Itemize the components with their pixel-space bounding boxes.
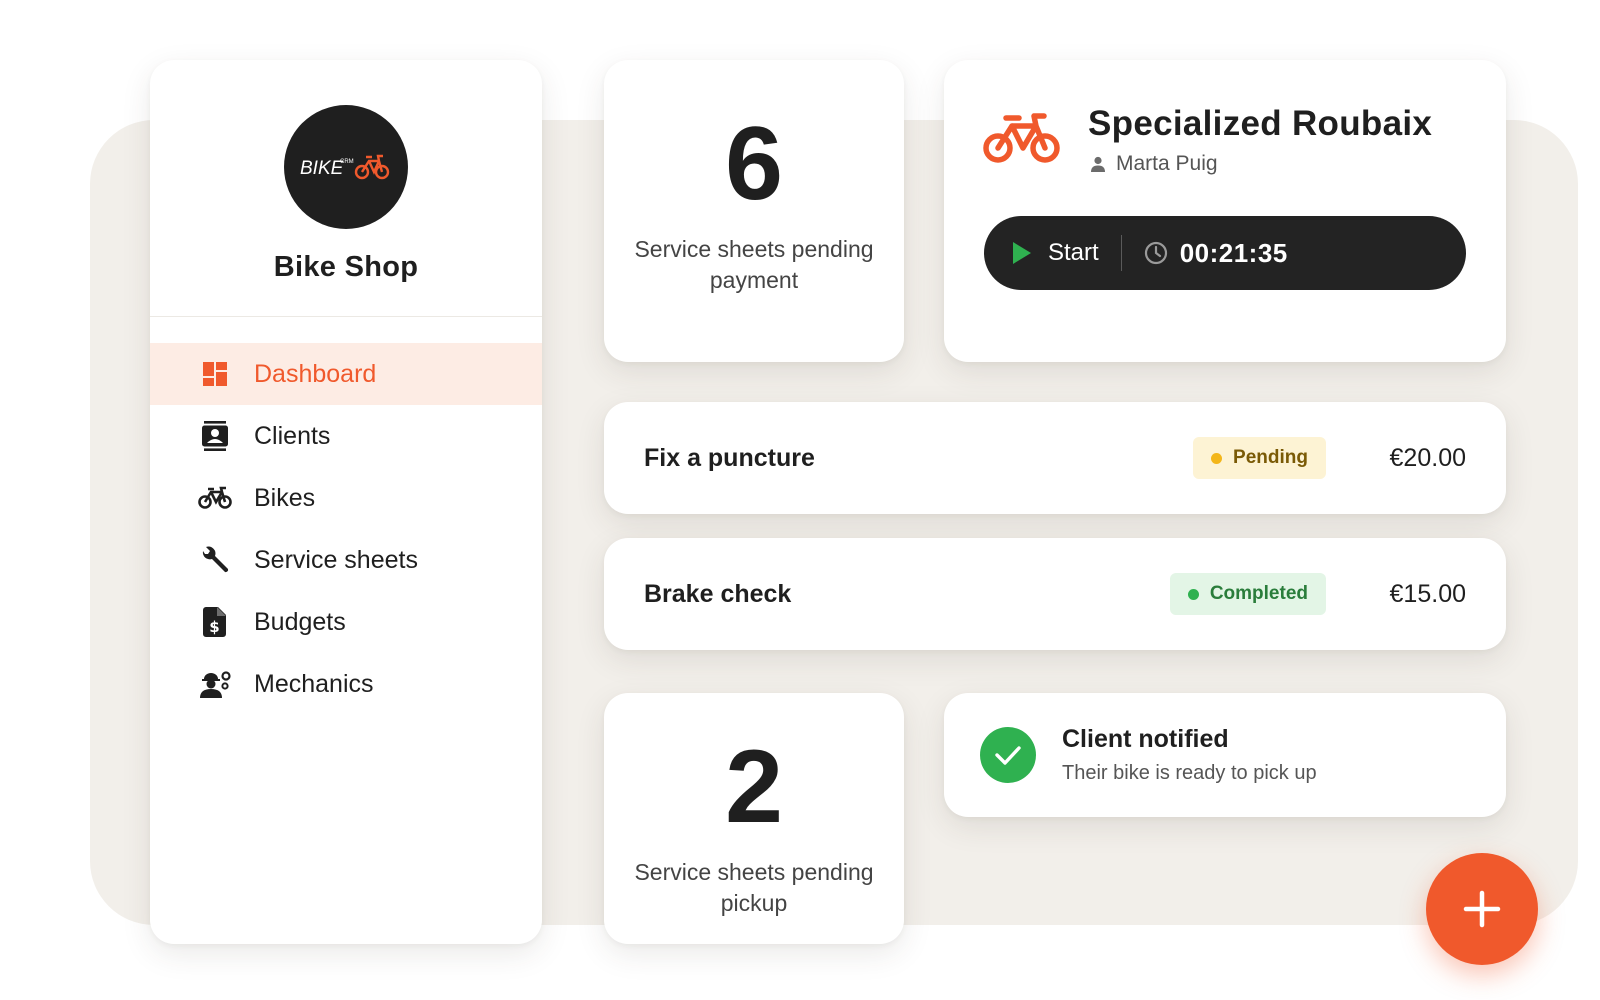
invoice-dollar-icon: $ <box>198 605 232 639</box>
logo-text: BIKE <box>300 158 344 179</box>
stat-label: Service sheets pending payment <box>634 236 874 293</box>
sidebar-item-label: Mechanics <box>254 669 374 698</box>
bike-name: Specialized Roubaix <box>1088 104 1433 143</box>
contact-card-icon <box>198 419 232 453</box>
wrench-icon <box>198 543 232 577</box>
plus-icon <box>1463 890 1501 928</box>
notification-card: Client notified Their bike is ready to p… <box>944 693 1506 817</box>
sidebar-item-label: Bikes <box>254 483 316 512</box>
sidebar-header: BIKE CRM Bike Shop <box>150 60 542 317</box>
mechanic-icon <box>198 667 232 701</box>
sidebar-item-label: Clients <box>254 421 331 450</box>
stat-value: 6 <box>725 106 783 222</box>
shop-name: Bike Shop <box>273 251 419 283</box>
logo-mark: BIKE CRM <box>300 154 390 180</box>
timer-divider <box>1120 235 1122 271</box>
status-dot <box>1187 588 1199 600</box>
stat-label: Service sheets pending pickup <box>634 859 874 916</box>
logo-badge: CRM <box>340 159 354 165</box>
status-badge: Completed <box>1169 573 1326 615</box>
sidebar-item-label: Service sheets <box>254 545 418 574</box>
service-row[interactable]: Fix a puncture Pending €20.00 <box>604 402 1506 514</box>
add-button[interactable] <box>1426 853 1538 965</box>
sidebar-item-label: Dashboard <box>254 359 377 388</box>
notification-title: Client notified <box>1062 725 1229 753</box>
sidebar-item-dashboard[interactable]: Dashboard <box>150 343 542 405</box>
svg-text:$: $ <box>209 618 219 636</box>
sidebar-item-service-sheets[interactable]: Service sheets <box>150 529 542 591</box>
bike-timer-card: Specialized Roubaix Marta Puig Start 00:… <box>944 60 1506 362</box>
user-icon <box>1090 156 1106 172</box>
owner-name: Marta Puig <box>1116 152 1218 175</box>
status-text: Pending <box>1233 447 1308 468</box>
start-label: Start <box>1048 239 1099 266</box>
service-price: €15.00 <box>1389 579 1466 608</box>
clock-icon <box>1144 241 1168 265</box>
bicycle-icon <box>198 481 232 515</box>
play-icon <box>1012 242 1032 264</box>
stat-card-pending-payment[interactable]: 6 Service sheets pending payment <box>604 60 904 362</box>
service-row[interactable]: Brake check Completed €15.00 <box>604 538 1506 650</box>
bike-owner: Marta Puig <box>1090 152 1218 176</box>
sidebar: BIKE CRM Bike Shop Dashboard Clients Bik… <box>150 60 542 944</box>
sidebar-item-bikes[interactable]: Bikes <box>150 467 542 529</box>
sidebar-item-mechanics[interactable]: Mechanics <box>150 653 542 715</box>
sidebar-item-label: Budgets <box>254 607 346 636</box>
elapsed-timer: 00:21:35 <box>1144 238 1288 269</box>
status-badge: Pending <box>1193 437 1326 479</box>
logo-bicycle-icon <box>354 154 390 180</box>
service-price: €20.00 <box>1389 443 1466 472</box>
dashboard-icon <box>198 357 232 391</box>
stat-card-pending-pickup[interactable]: 2 Service sheets pending pickup <box>604 693 904 944</box>
timer-bar: Start 00:21:35 <box>984 216 1466 290</box>
start-button[interactable]: Start <box>1012 239 1099 267</box>
bicycle-icon <box>982 110 1062 171</box>
sidebar-item-budgets[interactable]: $ Budgets <box>150 591 542 653</box>
check-circle-icon <box>980 727 1036 783</box>
sidebar-nav: Dashboard Clients Bikes Service sheets $… <box>150 343 542 715</box>
service-name: Brake check <box>644 579 792 608</box>
timer-value: 00:21:35 <box>1179 237 1288 268</box>
sidebar-item-clients[interactable]: Clients <box>150 405 542 467</box>
stat-value: 2 <box>725 729 783 845</box>
notification-text: Client notified Their bike is ready to p… <box>1062 725 1317 785</box>
service-name: Fix a puncture <box>644 443 815 472</box>
status-dot <box>1211 452 1223 464</box>
notification-subtitle: Their bike is ready to pick up <box>1062 762 1317 784</box>
bike-crm-logo: BIKE CRM <box>284 105 408 229</box>
status-text: Completed <box>1209 583 1308 604</box>
